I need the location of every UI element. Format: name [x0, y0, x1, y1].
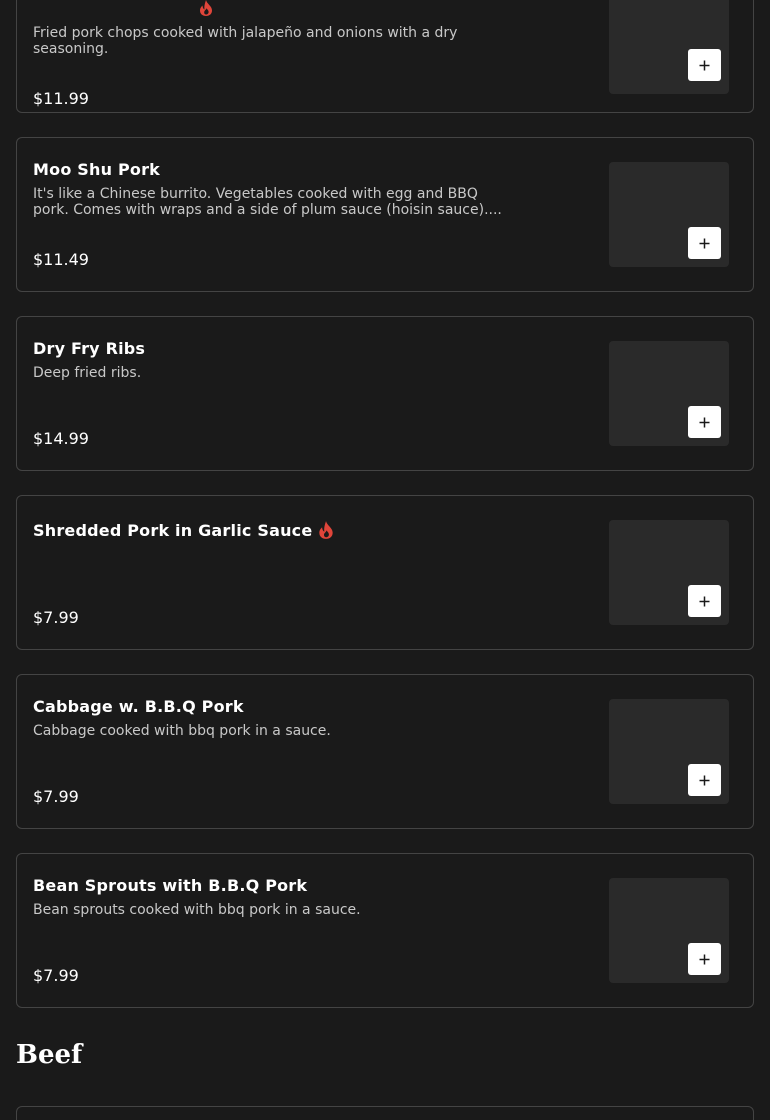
menu-item-title-text: Moo Shu Pork [33, 160, 161, 179]
menu-item-price: $7.99 [33, 608, 79, 627]
add-to-cart-button[interactable] [688, 406, 721, 438]
menu-item-title: Cabbage w. B.B.Q Pork [33, 697, 244, 716]
section-heading-beef: Beef [16, 1040, 83, 1070]
menu-item-description: It's like a Chinese burrito. Vegetables … [33, 186, 502, 218]
add-to-cart-button[interactable] [688, 764, 721, 796]
add-to-cart-button[interactable] [688, 585, 721, 617]
menu-item-description: Fried pork chops cooked with jalapeño an… [33, 25, 458, 57]
menu-item-card[interactable] [16, 1106, 754, 1120]
add-to-cart-button[interactable] [688, 943, 721, 975]
menu-item-title-text: Dry Fry Ribs [33, 339, 146, 358]
menu-item-title: Bean Sprouts with B.B.Q Pork [33, 876, 307, 895]
menu-item-card[interactable]: Moo Shu Pork It's like a Chinese burrito… [16, 137, 754, 292]
menu-item-title: Dry Fry Ribs [33, 339, 145, 358]
plus-icon [699, 417, 710, 427]
menu-item-price: $14.99 [33, 429, 89, 448]
menu-page: Fried pork chops cooked with jalapeño an… [0, 0, 770, 1120]
add-to-cart-button[interactable] [688, 49, 721, 81]
menu-item-title [33, 0, 213, 17]
menu-item-price: $11.49 [33, 250, 89, 269]
menu-item-price: $11.99 [33, 89, 89, 108]
plus-icon [699, 596, 710, 606]
menu-item-card[interactable]: Shredded Pork in Garlic Sauce $7.99 [16, 495, 754, 650]
plus-icon [699, 775, 710, 785]
menu-item-card[interactable]: Cabbage w. B.B.Q Pork Cabbage cooked wit… [16, 674, 754, 829]
menu-item-price: $7.99 [33, 966, 79, 985]
menu-item-title-text: Cabbage w. B.B.Q Pork [33, 697, 244, 716]
menu-item-title-text: Bean Sprouts with B.B.Q Pork [33, 876, 308, 895]
menu-item-description: Cabbage cooked with bbq pork in a sauce. [33, 723, 331, 739]
plus-icon [699, 60, 710, 70]
spicy-flame-icon [318, 520, 334, 540]
menu-item-card[interactable]: Fried pork chops cooked with jalapeño an… [16, 0, 754, 113]
add-to-cart-button[interactable] [688, 227, 721, 259]
menu-item-price: $7.99 [33, 787, 79, 806]
menu-item-title-text: Shredded Pork in Garlic Sauce [33, 520, 313, 540]
menu-item-description: Deep fried ribs. [33, 365, 142, 381]
menu-item-title: Moo Shu Pork [33, 160, 160, 179]
menu-item-description: Bean sprouts cooked with bbq pork in a s… [33, 902, 361, 918]
menu-item-title: Shredded Pork in Garlic Sauce [33, 520, 334, 540]
spicy-flame-icon [199, 0, 213, 17]
plus-icon [699, 238, 710, 248]
menu-item-card[interactable]: Bean Sprouts with B.B.Q Pork Bean sprout… [16, 853, 754, 1008]
menu-item-card[interactable]: Dry Fry Ribs Deep fried ribs. $14.99 [16, 316, 754, 471]
plus-icon [699, 954, 710, 964]
